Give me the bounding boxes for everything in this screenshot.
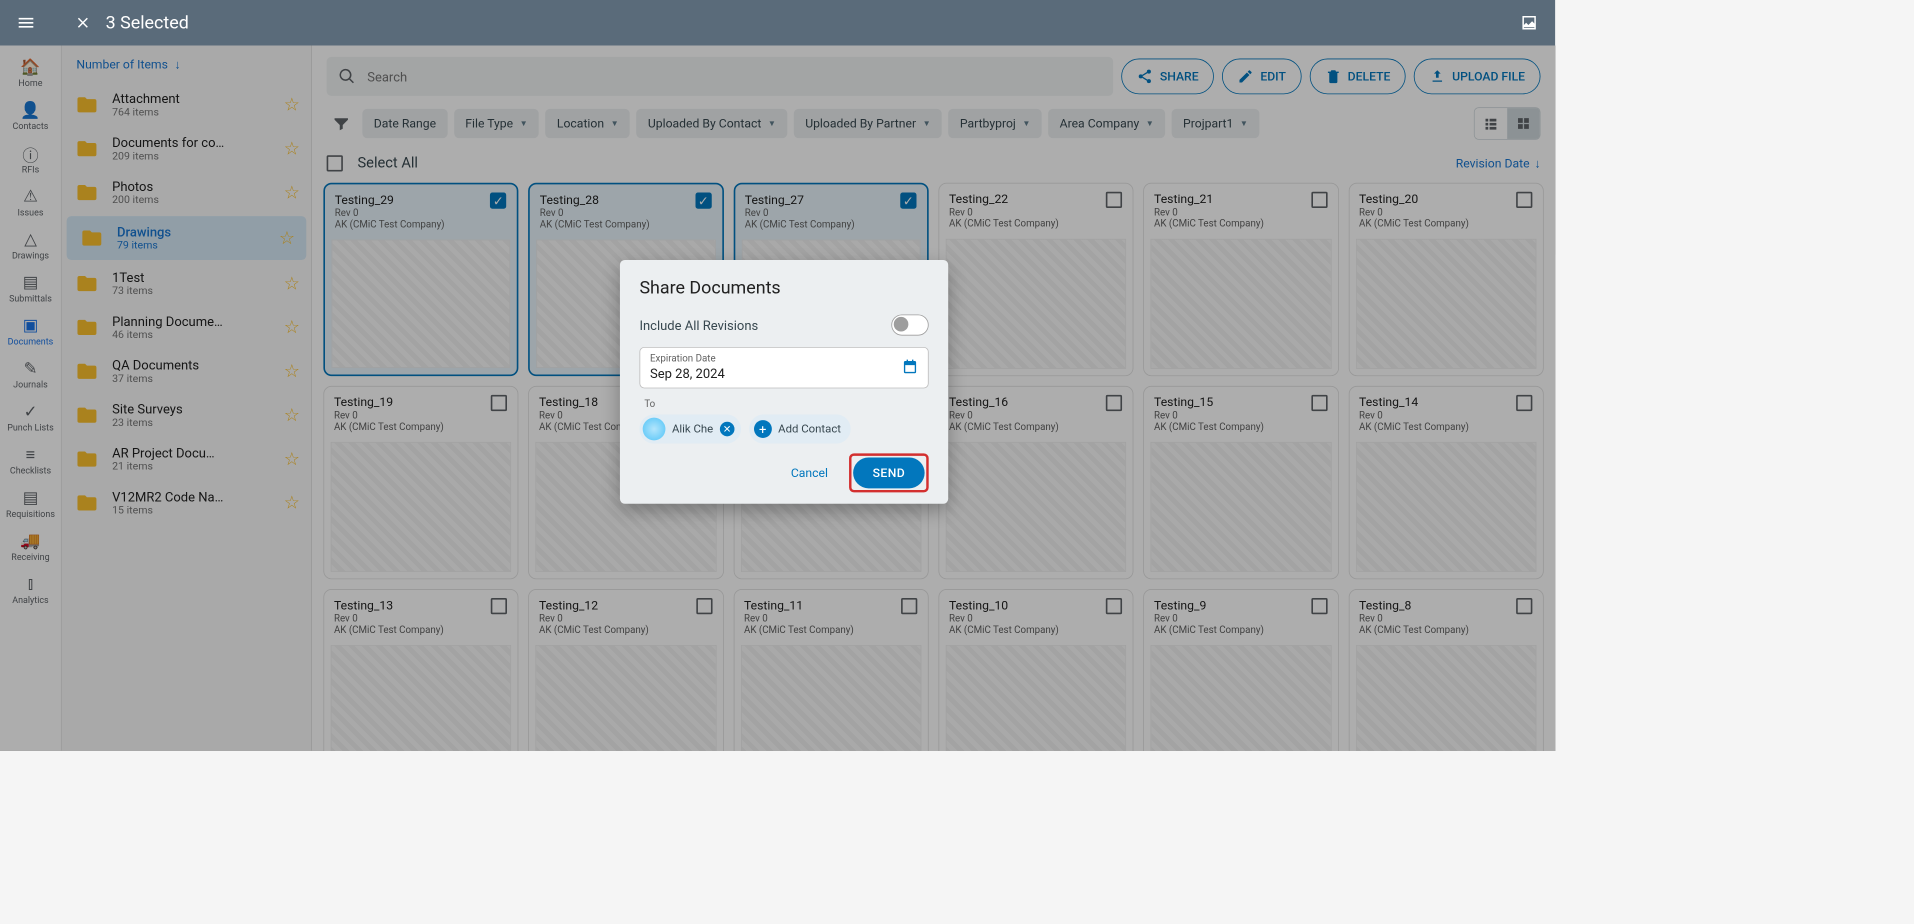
- revisions-toggle[interactable]: [891, 314, 928, 335]
- cancel-button[interactable]: Cancel: [781, 459, 838, 487]
- contact-name: Alik Che: [672, 423, 713, 436]
- dialog-title: Share Documents: [639, 278, 928, 298]
- remove-contact-button[interactable]: ✕: [720, 422, 735, 437]
- share-dialog: Share Documents Include All Revisions Ex…: [620, 260, 948, 504]
- page-title: 3 Selected: [106, 13, 189, 33]
- image-button[interactable]: [1513, 7, 1546, 40]
- contact-chip: Alik Che ✕: [639, 414, 740, 443]
- close-selection-button[interactable]: [67, 7, 100, 40]
- calendar-icon[interactable]: [902, 358, 918, 378]
- avatar: [643, 418, 666, 441]
- add-contact-button[interactable]: + Add Contact: [749, 414, 851, 443]
- send-button-highlight: SEND: [849, 453, 929, 492]
- send-button[interactable]: SEND: [853, 457, 925, 488]
- topbar: 3 Selected: [0, 0, 1555, 46]
- expiration-date-field[interactable]: Expiration Date Sep 28, 2024: [639, 347, 928, 388]
- revisions-label: Include All Revisions: [639, 317, 758, 332]
- plus-icon: +: [754, 420, 772, 438]
- to-label: To: [644, 398, 928, 409]
- expiration-value: Sep 28, 2024: [650, 366, 918, 381]
- menu-button[interactable]: [10, 7, 43, 40]
- expiration-label: Expiration Date: [650, 353, 918, 364]
